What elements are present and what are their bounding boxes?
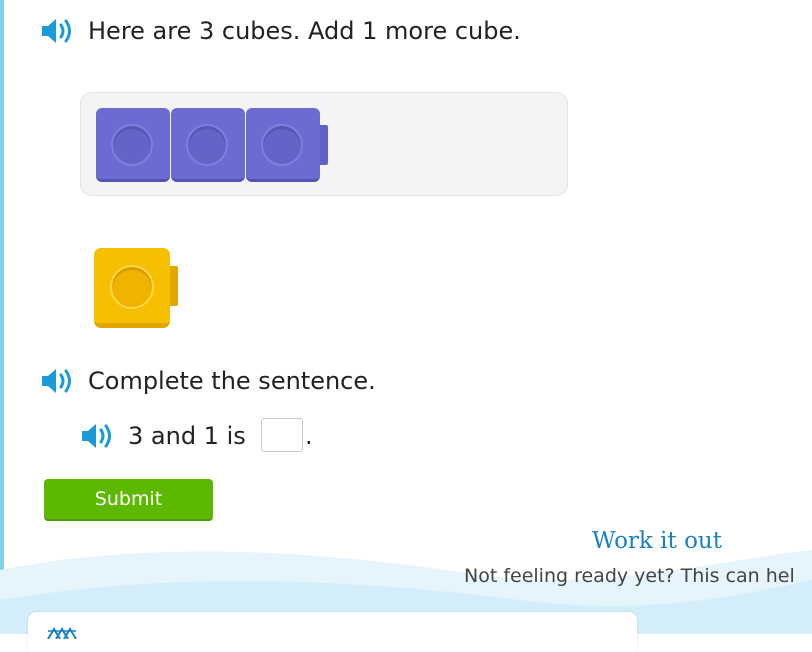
help-card[interactable] (28, 612, 637, 652)
cube-knob (186, 124, 228, 166)
cube-connector (320, 125, 328, 165)
purple-cube (96, 108, 170, 182)
purple-cube (246, 108, 320, 182)
question-prompt: Here are 3 cubes. Add 1 more cube. (88, 17, 521, 45)
yellow-cube-draggable[interactable] (94, 248, 170, 328)
cube-connector (170, 266, 178, 306)
cube-knob (110, 265, 154, 309)
sentence-suffix: . (305, 422, 313, 450)
speaker-icon[interactable] (40, 366, 78, 396)
purple-cube (171, 108, 245, 182)
work-it-out-subtitle: Not feeling ready yet? This can hel (464, 565, 795, 587)
task-prompt: Complete the sentence. (88, 367, 376, 395)
cube-knob (261, 124, 303, 166)
submit-button[interactable]: Submit (44, 479, 213, 521)
work-it-out-title[interactable]: Work it out (592, 528, 722, 554)
answer-input[interactable] (261, 418, 303, 452)
sentence-prefix: 3 and 1 is (128, 422, 246, 450)
answer-pattern-icon (46, 624, 80, 640)
cube-knob (111, 124, 153, 166)
speaker-icon[interactable] (80, 421, 118, 451)
speaker-icon[interactable] (40, 16, 78, 46)
